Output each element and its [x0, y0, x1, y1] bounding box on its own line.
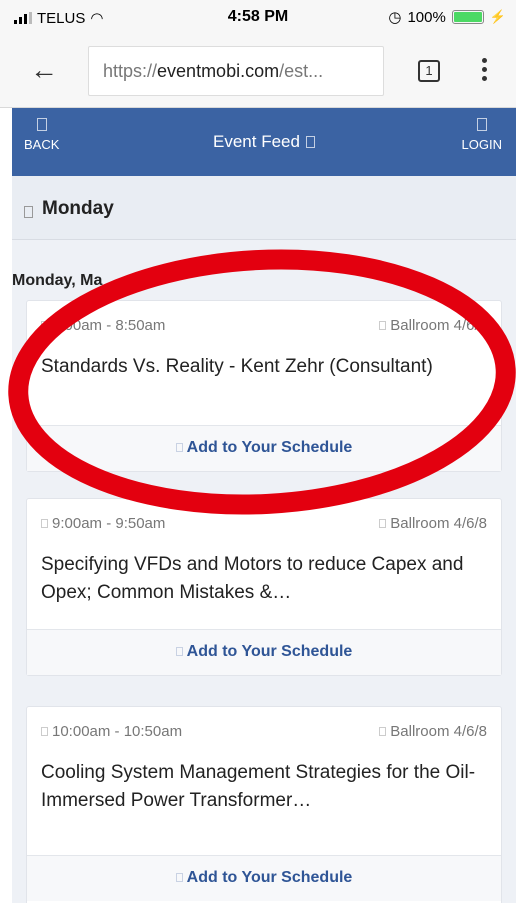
battery-icon — [451, 10, 484, 24]
clock-icon — [41, 727, 48, 736]
day-label: Monday — [42, 198, 114, 219]
session-room: Ballroom 4/6/8 — [379, 723, 487, 740]
status-bar: TELUS ◠ 4:58 PM ◷ 100% ⚡ — [0, 0, 516, 36]
tab-switcher-button[interactable]: 1 — [418, 60, 440, 82]
add-icon — [175, 647, 183, 656]
title-icon — [305, 136, 315, 148]
add-icon — [175, 443, 183, 452]
browser-back-icon[interactable]: ← — [30, 54, 58, 86]
url-path: /est... — [279, 61, 324, 81]
session-title[interactable]: Cooling System Management Strategies for… — [41, 759, 481, 815]
add-icon — [175, 873, 183, 882]
location-icon — [379, 321, 387, 330]
session-title[interactable]: Specifying VFDs and Motors to reduce Cap… — [41, 551, 481, 607]
session-title[interactable]: Standards Vs. Reality - Kent Zehr (Consu… — [41, 353, 481, 381]
event-feed: Monday Monday, Ma 8:00am - 8:50am Ballro… — [12, 176, 516, 903]
session-card[interactable]: 9:00am - 9:50am Ballroom 4/6/8 Specifyin… — [26, 498, 502, 676]
login-label: LOGIN — [461, 137, 502, 152]
location-icon — [379, 727, 387, 736]
location-icon — [379, 519, 387, 528]
session-time: 8:00am - 8:50am — [41, 317, 165, 334]
charging-icon: ⚡ — [489, 9, 506, 24]
battery-info: ◷ 100% ⚡ — [388, 8, 506, 27]
page-title: Event Feed — [12, 132, 516, 152]
clock-icon — [41, 321, 48, 330]
add-to-schedule-button[interactable]: Add to Your Schedule — [27, 855, 501, 901]
browser-toolbar: ← https://eventmobi.com/est... 1 — [0, 36, 516, 108]
date-heading: Monday, Ma — [12, 272, 103, 289]
day-selector[interactable]: Monday — [12, 176, 516, 240]
add-to-schedule-button[interactable]: Add to Your Schedule — [27, 629, 501, 675]
session-card[interactable]: 8:00am - 8:50am Ballroom 4/6/8 Standards… — [26, 300, 502, 472]
overflow-menu-icon[interactable] — [482, 54, 490, 85]
session-card[interactable]: 10:00am - 10:50am Ballroom 4/6/8 Cooling… — [26, 706, 502, 903]
alarm-icon: ◷ — [388, 9, 402, 26]
clock-icon — [41, 519, 48, 528]
add-to-schedule-button[interactable]: Add to Your Schedule — [27, 425, 501, 471]
back-icon — [36, 118, 47, 131]
session-time: 10:00am - 10:50am — [41, 723, 182, 740]
page-title-text: Event Feed — [213, 132, 300, 151]
url-domain: eventmobi.com — [157, 61, 280, 81]
login-icon — [476, 118, 487, 131]
session-room: Ballroom 4/6/8 — [379, 515, 487, 532]
battery-percent: 100% — [407, 8, 446, 26]
url-bar[interactable]: https://eventmobi.com/est... — [88, 46, 384, 96]
url-scheme: https:// — [103, 61, 158, 81]
calendar-icon — [24, 206, 33, 218]
app-header: BACK Event Feed LOGIN — [12, 108, 516, 176]
session-time: 9:00am - 9:50am — [41, 515, 165, 532]
login-button[interactable]: LOGIN — [462, 118, 502, 152]
session-room: Ballroom 4/6/8 — [379, 317, 487, 334]
